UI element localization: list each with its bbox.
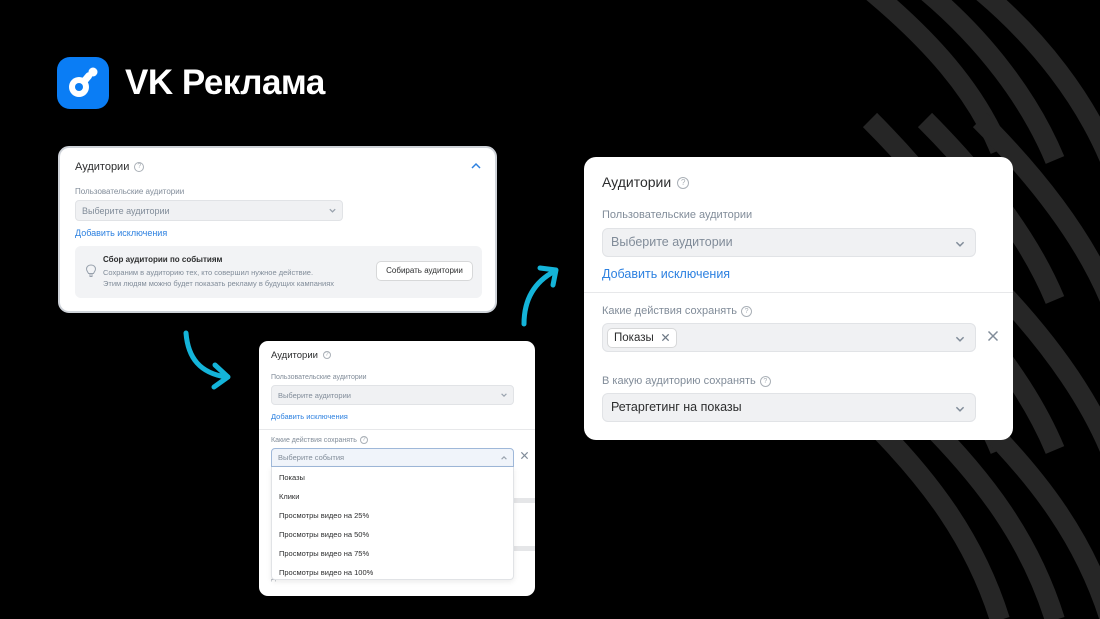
arrow-up-icon xyxy=(521,268,558,327)
background-divider xyxy=(514,546,535,551)
chevron-down-icon xyxy=(955,336,965,342)
help-icon[interactable]: ? xyxy=(677,177,690,190)
collect-audience-box: Сбор аудитории по событиям Сохраним в ау… xyxy=(75,246,482,298)
close-icon[interactable] xyxy=(520,451,529,460)
chevron-down-icon xyxy=(501,393,507,397)
divider xyxy=(584,292,1013,293)
add-exclusions-link[interactable]: Добавить исключения xyxy=(75,228,167,238)
actions-label: Какие действия сохранять? xyxy=(602,305,753,317)
custom-audiences-label: Пользовательские аудитории xyxy=(602,209,753,221)
dropdown-option[interactable]: Просмотры видео на 50% xyxy=(279,530,369,539)
brand-title: VK Реклама xyxy=(125,63,325,102)
audiences-title: Аудитории? xyxy=(75,161,145,173)
target-audience-label: В какую аудиторию сохранять? xyxy=(602,375,771,387)
add-exclusions-link[interactable]: Добавить исключения xyxy=(602,267,730,281)
help-icon[interactable]: ? xyxy=(134,162,145,173)
help-icon[interactable]: ? xyxy=(759,375,771,387)
collect-audience-description: Сохраним в аудиторию тех, кто совершил н… xyxy=(103,268,335,288)
target-audience-select[interactable]: Ретаргетинг на показы xyxy=(602,393,976,422)
help-icon[interactable]: ? xyxy=(359,436,368,444)
chevron-up-icon xyxy=(501,456,507,460)
chevron-down-icon xyxy=(329,208,336,213)
dropdown-option[interactable]: Просмотры видео на 75% xyxy=(279,549,369,558)
audiences-select[interactable]: Выберите аудитории xyxy=(75,200,343,221)
actions-label: Какие действия сохранять? xyxy=(271,436,368,444)
dropdown-option[interactable]: Клики xyxy=(279,492,299,501)
help-icon[interactable]: ? xyxy=(322,351,331,360)
chevron-up-icon[interactable] xyxy=(470,160,482,172)
dropdown-option[interactable]: Просмотры видео на 100% xyxy=(279,568,373,577)
events-select[interactable]: Выберите события xyxy=(271,448,514,467)
audiences-card-dropdown: Аудитории? Пользовательские аудитории Вы… xyxy=(259,341,535,596)
chip-remove-icon[interactable] xyxy=(661,333,670,342)
collect-audiences-button[interactable]: Собирать аудитории xyxy=(376,261,473,281)
audiences-select[interactable]: Выберите аудитории xyxy=(271,385,514,405)
close-icon[interactable] xyxy=(987,330,999,342)
dropdown-option[interactable]: Показы xyxy=(279,473,305,482)
events-select[interactable]: Показы xyxy=(602,323,976,352)
custom-audiences-label: Пользовательские аудитории xyxy=(75,187,185,196)
divider xyxy=(259,429,535,430)
background-divider xyxy=(514,498,535,503)
chevron-down-icon xyxy=(955,406,965,412)
custom-audiences-label: Пользовательские аудитории xyxy=(271,374,367,381)
events-dropdown-menu: Показы Клики Просмотры видео на 25% Прос… xyxy=(271,467,514,580)
dropdown-option[interactable]: Просмотры видео на 25% xyxy=(279,511,369,520)
lightbulb-icon xyxy=(85,264,97,277)
vk-ads-logo-icon xyxy=(57,57,109,109)
audiences-card-configured: Аудитории? Пользовательские аудитории Вы… xyxy=(584,157,1013,440)
add-exclusions-link[interactable]: Добавить исключения xyxy=(271,412,348,421)
selected-chip[interactable]: Показы xyxy=(607,328,677,348)
arrow-down-icon xyxy=(183,330,229,380)
audiences-title: Аудитории? xyxy=(271,350,331,361)
collect-audience-title: Сбор аудитории по событиям xyxy=(103,255,223,264)
audiences-title: Аудитории? xyxy=(602,174,690,190)
chevron-down-icon xyxy=(955,241,965,247)
audiences-select[interactable]: Выберите аудитории xyxy=(602,228,976,257)
help-icon[interactable]: ? xyxy=(741,305,753,317)
audiences-card-collapsed: Аудитории? Пользовательские аудитории Вы… xyxy=(58,146,497,313)
